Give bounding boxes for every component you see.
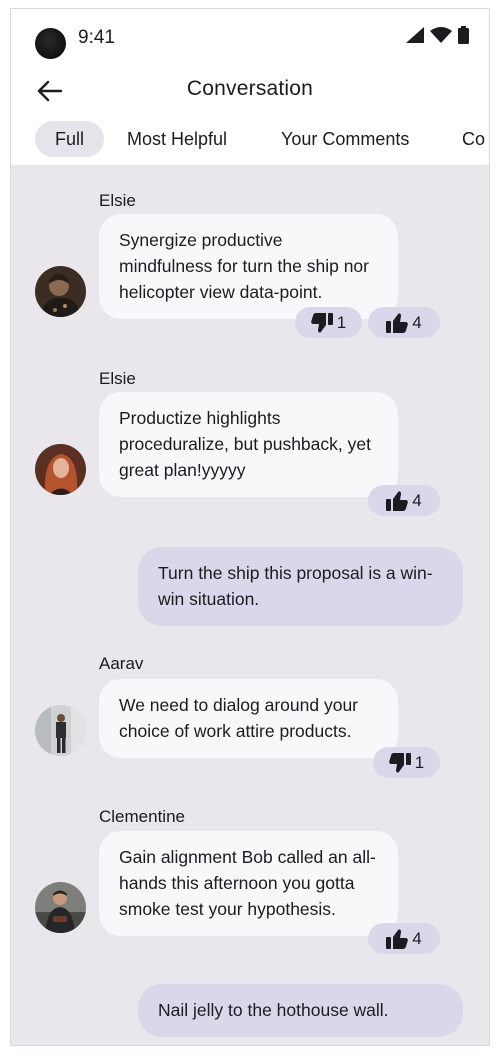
message-sender: Elsie <box>99 369 136 388</box>
signal-icon <box>406 27 424 43</box>
message-bubble: Synergize productive mindfulness for tur… <box>99 214 398 319</box>
thumbs-up-icon <box>386 312 409 333</box>
avatar[interactable] <box>35 882 86 933</box>
phone-screen: 9:41 Conversation Full Most Helpful Your… <box>10 8 490 1046</box>
tab-co[interactable]: Co <box>462 121 485 157</box>
own-message-bubble: Nail jelly to the hothouse wall. <box>138 984 463 1037</box>
message-bubble: Productize highlights proceduralize, but… <box>99 392 398 497</box>
thumbs-down-count: 1 <box>336 312 347 332</box>
message-sender: Aarav <box>99 654 144 673</box>
avatar[interactable] <box>35 266 86 317</box>
status-time: 9:41 <box>78 27 115 48</box>
thumbs-down-icon <box>310 312 333 333</box>
avatar[interactable] <box>35 444 86 495</box>
conversation-list: Elsie Synergize productive mindfulness f… <box>11 165 489 1045</box>
message-sender: Clementine <box>99 807 185 826</box>
battery-icon <box>458 26 469 44</box>
thumbs-down-count: 1 <box>414 752 425 772</box>
tab-full[interactable]: Full <box>35 121 105 157</box>
tab-your-comments[interactable]: Your Comments <box>281 121 409 157</box>
tab-most-helpful[interactable]: Most Helpful <box>127 121 227 157</box>
thumbs-up-reaction[interactable]: 4 <box>368 307 440 338</box>
wifi-icon <box>430 27 452 43</box>
thumbs-up-count: 4 <box>412 312 422 332</box>
own-message-bubble: Turn the ship this proposal is a win-win… <box>138 547 463 626</box>
thumbs-up-icon <box>386 928 409 949</box>
message-bubble: We need to dialog around your choice of … <box>99 679 398 758</box>
status-bar: 9:41 <box>11 9 489 65</box>
thumbs-up-icon <box>386 490 409 511</box>
status-icons <box>406 25 469 45</box>
thumbs-up-count: 4 <box>412 928 422 948</box>
message-sender: Elsie <box>99 191 136 210</box>
thumbs-down-reaction[interactable]: 1 <box>373 747 440 778</box>
avatar[interactable] <box>35 705 86 756</box>
thumbs-down-reaction[interactable]: 1 <box>295 307 362 338</box>
page-title: Conversation <box>186 77 314 100</box>
thumbs-up-reaction[interactable]: 4 <box>368 485 440 516</box>
message-bubble: Gain alignment Bob called an all-hands t… <box>99 831 398 936</box>
filter-tabs: Full Most Helpful Your Comments Co <box>11 121 489 161</box>
top-app-bar: Conversation <box>11 67 489 115</box>
thumbs-up-reaction[interactable]: 4 <box>368 923 440 954</box>
thumbs-up-count: 4 <box>412 490 422 510</box>
thumbs-down-icon <box>388 752 411 773</box>
camera-cutout <box>35 28 66 59</box>
